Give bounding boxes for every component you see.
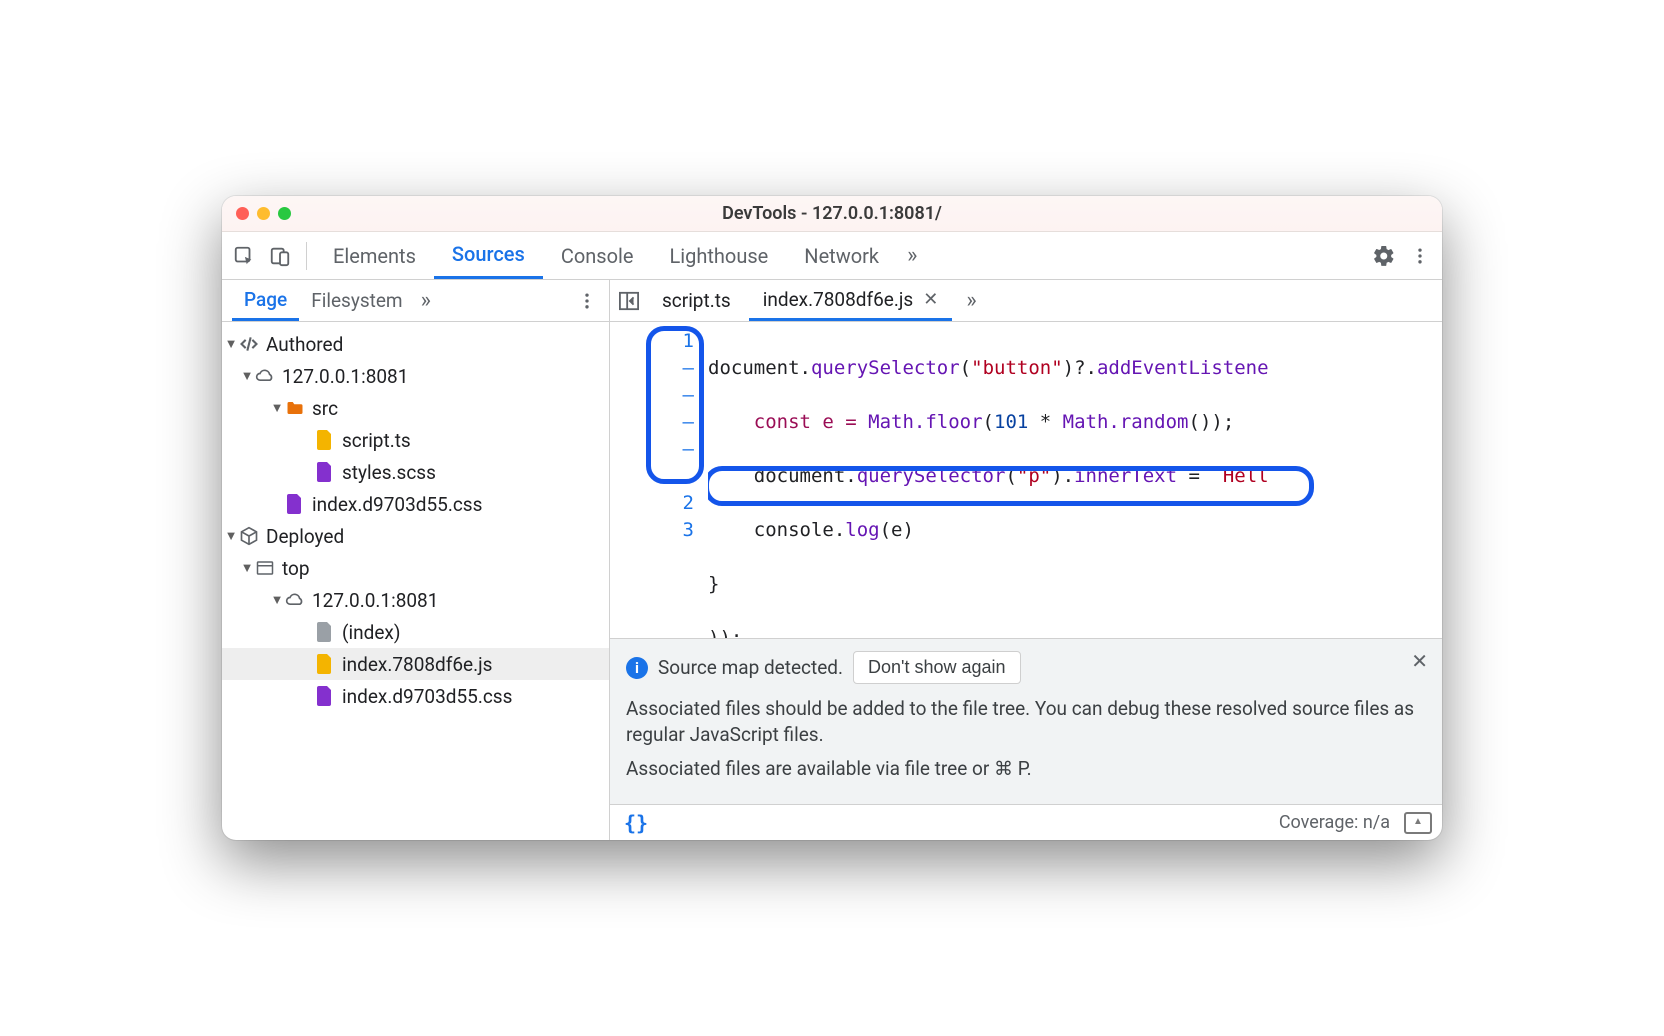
infobox-text-1: Associated files should be added to the … bbox=[626, 696, 1426, 748]
tree-file-styles-scss[interactable]: styles.scss bbox=[222, 456, 609, 488]
tree-label: src bbox=[312, 397, 338, 420]
tree-label: index.d9703d55.css bbox=[342, 685, 512, 708]
devtools-window: DevTools - 127.0.0.1:8081/ Elements Sour… bbox=[222, 196, 1442, 840]
tab-sources[interactable]: Sources bbox=[434, 232, 543, 279]
zoom-window-button[interactable] bbox=[278, 207, 291, 220]
info-icon: i bbox=[626, 657, 648, 679]
tree-group-deployed[interactable]: ▼ Deployed bbox=[222, 520, 609, 552]
code-icon bbox=[238, 334, 260, 354]
tree-file-index-js[interactable]: index.7808df6e.js bbox=[222, 648, 609, 680]
file-tab-label: script.ts bbox=[662, 289, 731, 312]
minimize-window-button[interactable] bbox=[257, 207, 270, 220]
cloud-icon bbox=[254, 368, 276, 384]
subtab-overflow-button[interactable]: » bbox=[415, 288, 437, 313]
tree-label: 127.0.0.1:8081 bbox=[282, 365, 408, 388]
subtab-filesystem[interactable]: Filesystem bbox=[299, 280, 414, 321]
navigator-tabbar: Page Filesystem » bbox=[222, 280, 609, 322]
tree-top[interactable]: ▼ top bbox=[222, 552, 609, 584]
package-icon bbox=[238, 526, 260, 546]
js-file-icon bbox=[314, 654, 336, 674]
coverage-label: Coverage: n/a bbox=[1279, 812, 1390, 833]
tree-file-index-css-dep[interactable]: index.d9703d55.css bbox=[222, 680, 609, 712]
tree-group-authored[interactable]: ▼ Authored bbox=[222, 328, 609, 360]
tabs-overflow-button[interactable]: » bbox=[897, 243, 927, 268]
inspect-element-icon[interactable] bbox=[226, 238, 262, 274]
js-file-icon bbox=[314, 430, 336, 450]
traffic-lights bbox=[222, 207, 291, 220]
file-tab-label: index.7808df6e.js bbox=[763, 288, 914, 311]
close-window-button[interactable] bbox=[236, 207, 249, 220]
code-editor[interactable]: 1 – – – – 2 3 document.querySelector("bu… bbox=[610, 322, 1442, 638]
device-toolbar-icon[interactable] bbox=[262, 238, 298, 274]
tree-label: (index) bbox=[342, 621, 400, 644]
tree-file-index[interactable]: (index) bbox=[222, 616, 609, 648]
css-file-icon bbox=[314, 686, 336, 706]
titlebar: DevTools - 127.0.0.1:8081/ bbox=[222, 196, 1442, 232]
tab-console[interactable]: Console bbox=[543, 232, 652, 279]
line-gutter: 1 – – – – 2 3 bbox=[610, 322, 708, 544]
window-title: DevTools - 127.0.0.1:8081/ bbox=[222, 203, 1442, 224]
tree-label: Authored bbox=[266, 333, 343, 356]
toggle-navigator-icon[interactable] bbox=[614, 286, 644, 316]
file-tab-script-ts[interactable]: script.ts bbox=[648, 280, 745, 321]
tree-file-index-css-auth[interactable]: index.d9703d55.css bbox=[222, 488, 609, 520]
tree-label: 127.0.0.1:8081 bbox=[312, 589, 438, 612]
file-tree: ▼ Authored ▼ 127.0.0.1:8081 ▼ bbox=[222, 322, 609, 840]
tree-label: top bbox=[282, 557, 310, 580]
tree-label: index.7808df6e.js bbox=[342, 653, 493, 676]
tree-label: script.ts bbox=[342, 429, 411, 452]
infobox-title: Source map detected. bbox=[658, 656, 843, 679]
separator bbox=[306, 242, 307, 270]
file-tab-index-js[interactable]: index.7808df6e.js ✕ bbox=[749, 280, 953, 321]
css-file-icon bbox=[314, 462, 336, 482]
show-drawer-icon[interactable] bbox=[1404, 812, 1432, 834]
code-area[interactable]: document.querySelector("button")?.addEve… bbox=[708, 322, 1442, 638]
pretty-print-button[interactable]: {} bbox=[620, 811, 652, 835]
tab-elements[interactable]: Elements bbox=[315, 232, 434, 279]
tree-host-deployed[interactable]: ▼ 127.0.0.1:8081 bbox=[222, 584, 609, 616]
tab-lighthouse[interactable]: Lighthouse bbox=[651, 232, 786, 279]
tree-label: Deployed bbox=[266, 525, 344, 548]
file-tab-overflow-button[interactable]: » bbox=[956, 288, 986, 313]
file-tabbar: script.ts index.7808df6e.js ✕ » bbox=[610, 280, 1442, 322]
navigator-more-icon[interactable] bbox=[565, 291, 609, 311]
cloud-icon bbox=[284, 592, 306, 608]
kebab-menu-icon[interactable] bbox=[1402, 238, 1438, 274]
navigator-sidebar: Page Filesystem » ▼ Authored ▼ bbox=[222, 280, 610, 840]
tab-network[interactable]: Network bbox=[786, 232, 897, 279]
main-tabstrip: Elements Sources Console Lighthouse Netw… bbox=[222, 232, 1442, 280]
editor-statusbar: {} Coverage: n/a bbox=[610, 804, 1442, 840]
close-infobox-icon[interactable]: ✕ bbox=[1411, 649, 1428, 673]
css-file-icon bbox=[284, 494, 306, 514]
tree-label: index.d9703d55.css bbox=[312, 493, 482, 516]
code-highlight bbox=[708, 466, 1314, 506]
folder-icon bbox=[284, 400, 306, 416]
sourcemap-infobox: ✕ i Source map detected. Don't show agai… bbox=[610, 638, 1442, 804]
tree-folder-src[interactable]: ▼ src bbox=[222, 392, 609, 424]
subtab-page[interactable]: Page bbox=[232, 280, 299, 321]
close-tab-icon[interactable]: ✕ bbox=[923, 289, 938, 310]
dont-show-again-button[interactable]: Don't show again bbox=[853, 651, 1021, 684]
frame-icon bbox=[254, 560, 276, 576]
editor-panel: script.ts index.7808df6e.js ✕ » 1 – – – bbox=[610, 280, 1442, 840]
infobox-text-2: Associated files are available via file … bbox=[626, 756, 1426, 782]
document-icon bbox=[314, 622, 336, 642]
settings-icon[interactable] bbox=[1366, 238, 1402, 274]
tree-file-script-ts[interactable]: script.ts bbox=[222, 424, 609, 456]
tree-host-authored[interactable]: ▼ 127.0.0.1:8081 bbox=[222, 360, 609, 392]
tree-label: styles.scss bbox=[342, 461, 436, 484]
